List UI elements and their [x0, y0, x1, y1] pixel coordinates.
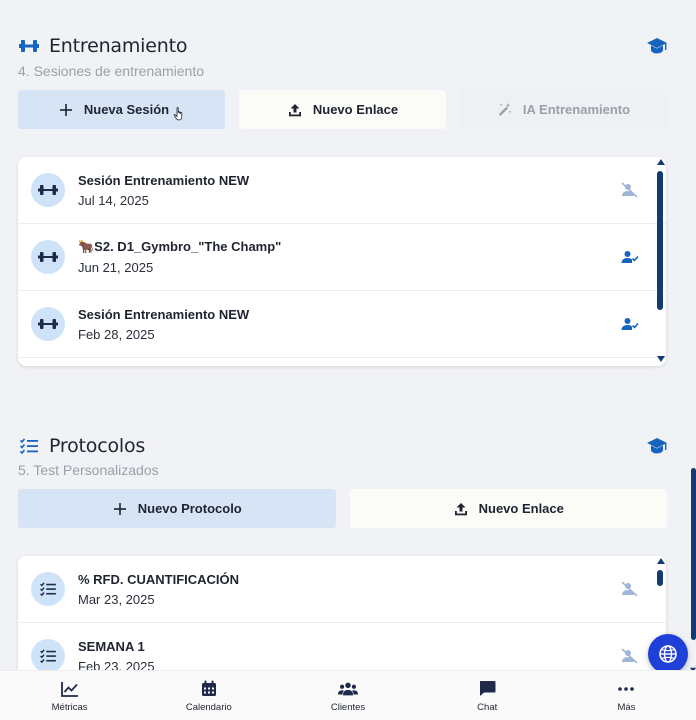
people-icon — [338, 679, 358, 699]
upload-icon — [287, 102, 303, 118]
list-item[interactable]: % RFD. CUANTIFICACIÓN Mar 23, 2025 — [18, 556, 666, 623]
person-off-icon[interactable] — [620, 579, 640, 599]
protocols-header: Protocolos — [18, 434, 668, 458]
person-check-icon[interactable] — [620, 314, 640, 334]
new-link-button[interactable]: Nuevo Enlace — [239, 90, 446, 129]
session-title: 🐂S2. D1_Gymbro_"The Champ" — [78, 239, 282, 254]
globe-fab-button[interactable] — [648, 634, 688, 674]
more-icon — [616, 679, 636, 699]
hand-cursor-icon — [173, 106, 185, 121]
upload-icon — [453, 501, 469, 517]
training-actions: Nueva Sesión Nuevo Enlace IA Entrenamien… — [18, 90, 667, 129]
nav-more[interactable]: Más — [557, 671, 696, 720]
session-title: Sesión Entrenamiento NEW — [78, 306, 250, 322]
chat-icon — [477, 679, 497, 699]
nav-clients-label: Clientes — [330, 701, 366, 713]
nav-calendar-label: Calendario — [185, 701, 232, 713]
person-off-icon[interactable] — [620, 646, 640, 666]
nav-calendar[interactable]: Calendario — [139, 671, 278, 720]
magic-wand-icon — [497, 102, 513, 118]
dumbbell-icon — [31, 307, 65, 341]
session-date: Feb 28, 2025 — [78, 326, 155, 342]
ai-training-button[interactable]: IA Entrenamiento — [460, 90, 667, 129]
scroll-thumb[interactable] — [657, 570, 663, 586]
protocols-subtitle: 5. Test Personalizados — [18, 462, 159, 478]
new-link-label: Nuevo Enlace — [478, 501, 564, 516]
sessions-scrollbar[interactable] — [656, 159, 665, 363]
calendar-icon — [199, 679, 219, 699]
protocols-title: Protocolos — [49, 435, 146, 457]
protocols-actions: Nuevo Protocolo Nuevo Enlace — [18, 489, 667, 528]
nav-chat-label: Chat — [477, 701, 498, 713]
new-protocol-label: Nuevo Protocolo — [137, 501, 242, 516]
new-link-button[interactable]: Nuevo Enlace — [349, 489, 667, 528]
list-item[interactable]: Sesión Entrenamiento NEW Feb 28, 2025 — [18, 291, 666, 358]
nav-metrics-label: Métricas — [51, 701, 88, 713]
scroll-thumb[interactable] — [657, 171, 663, 310]
checklist-icon — [31, 572, 65, 606]
training-header: Entrenamiento — [18, 34, 668, 58]
dumbbell-icon — [18, 35, 40, 57]
nav-clients[interactable]: Clientes — [278, 671, 417, 720]
protocols-scrollbar[interactable] — [656, 558, 665, 598]
checklist-icon — [31, 639, 65, 673]
nav-chat[interactable]: Chat — [418, 671, 557, 720]
list-item[interactable]: Sesión Entrenamiento NEW Jul 14, 2025 — [18, 157, 666, 224]
protocol-date: Mar 23, 2025 — [78, 591, 155, 607]
session-date: Jun 21, 2025 — [78, 260, 154, 275]
protocol-title: SEMANA 1 — [78, 638, 145, 654]
new-session-button[interactable]: Nueva Sesión — [18, 90, 225, 129]
ai-training-label: IA Entrenamiento — [522, 102, 631, 117]
session-date: Jul 14, 2025 — [78, 192, 149, 208]
scroll-up-icon[interactable] — [656, 558, 665, 564]
page-scroll-down-icon[interactable] — [690, 660, 696, 673]
scroll-up-icon[interactable] — [656, 159, 665, 165]
new-link-label: Nuevo Enlace — [312, 102, 399, 117]
person-off-icon[interactable] — [620, 180, 640, 200]
session-title: Sesión Entrenamiento NEW — [78, 172, 250, 188]
graduation-cap-icon[interactable] — [646, 35, 668, 57]
graduation-cap-icon[interactable] — [646, 435, 668, 457]
plus-icon — [58, 102, 74, 118]
nav-more-label: Más — [617, 701, 636, 713]
person-check-icon[interactable] — [620, 247, 640, 267]
dumbbell-icon — [31, 173, 65, 207]
scroll-down-icon[interactable] — [656, 356, 665, 362]
page-scroll-thumb[interactable] — [691, 468, 696, 640]
plus-icon — [112, 501, 128, 517]
training-title: Entrenamiento — [49, 35, 188, 57]
globe-icon — [658, 644, 678, 664]
checklist-icon — [18, 435, 40, 457]
training-subtitle: 4. Sesiones de entrenamiento — [18, 63, 205, 79]
chart-icon — [60, 679, 80, 699]
protocols-list[interactable]: % RFD. CUANTIFICACIÓN Mar 23, 2025 SEMAN… — [18, 556, 666, 686]
bottom-nav: Métricas Calendario Clientes Chat Más — [0, 670, 696, 720]
protocol-title: % RFD. CUANTIFICACIÓN — [78, 571, 240, 587]
list-item[interactable]: 🐂S2. D1_Gymbro_"The Champ" Jun 21, 2025 — [18, 224, 666, 291]
new-session-label: Nueva Sesión — [83, 102, 170, 117]
dumbbell-icon — [31, 240, 65, 274]
nav-metrics[interactable]: Métricas — [0, 671, 139, 720]
sessions-list[interactable]: Sesión Entrenamiento NEW Jul 14, 2025 🐂S… — [18, 157, 666, 366]
new-protocol-button[interactable]: Nuevo Protocolo — [18, 489, 336, 528]
